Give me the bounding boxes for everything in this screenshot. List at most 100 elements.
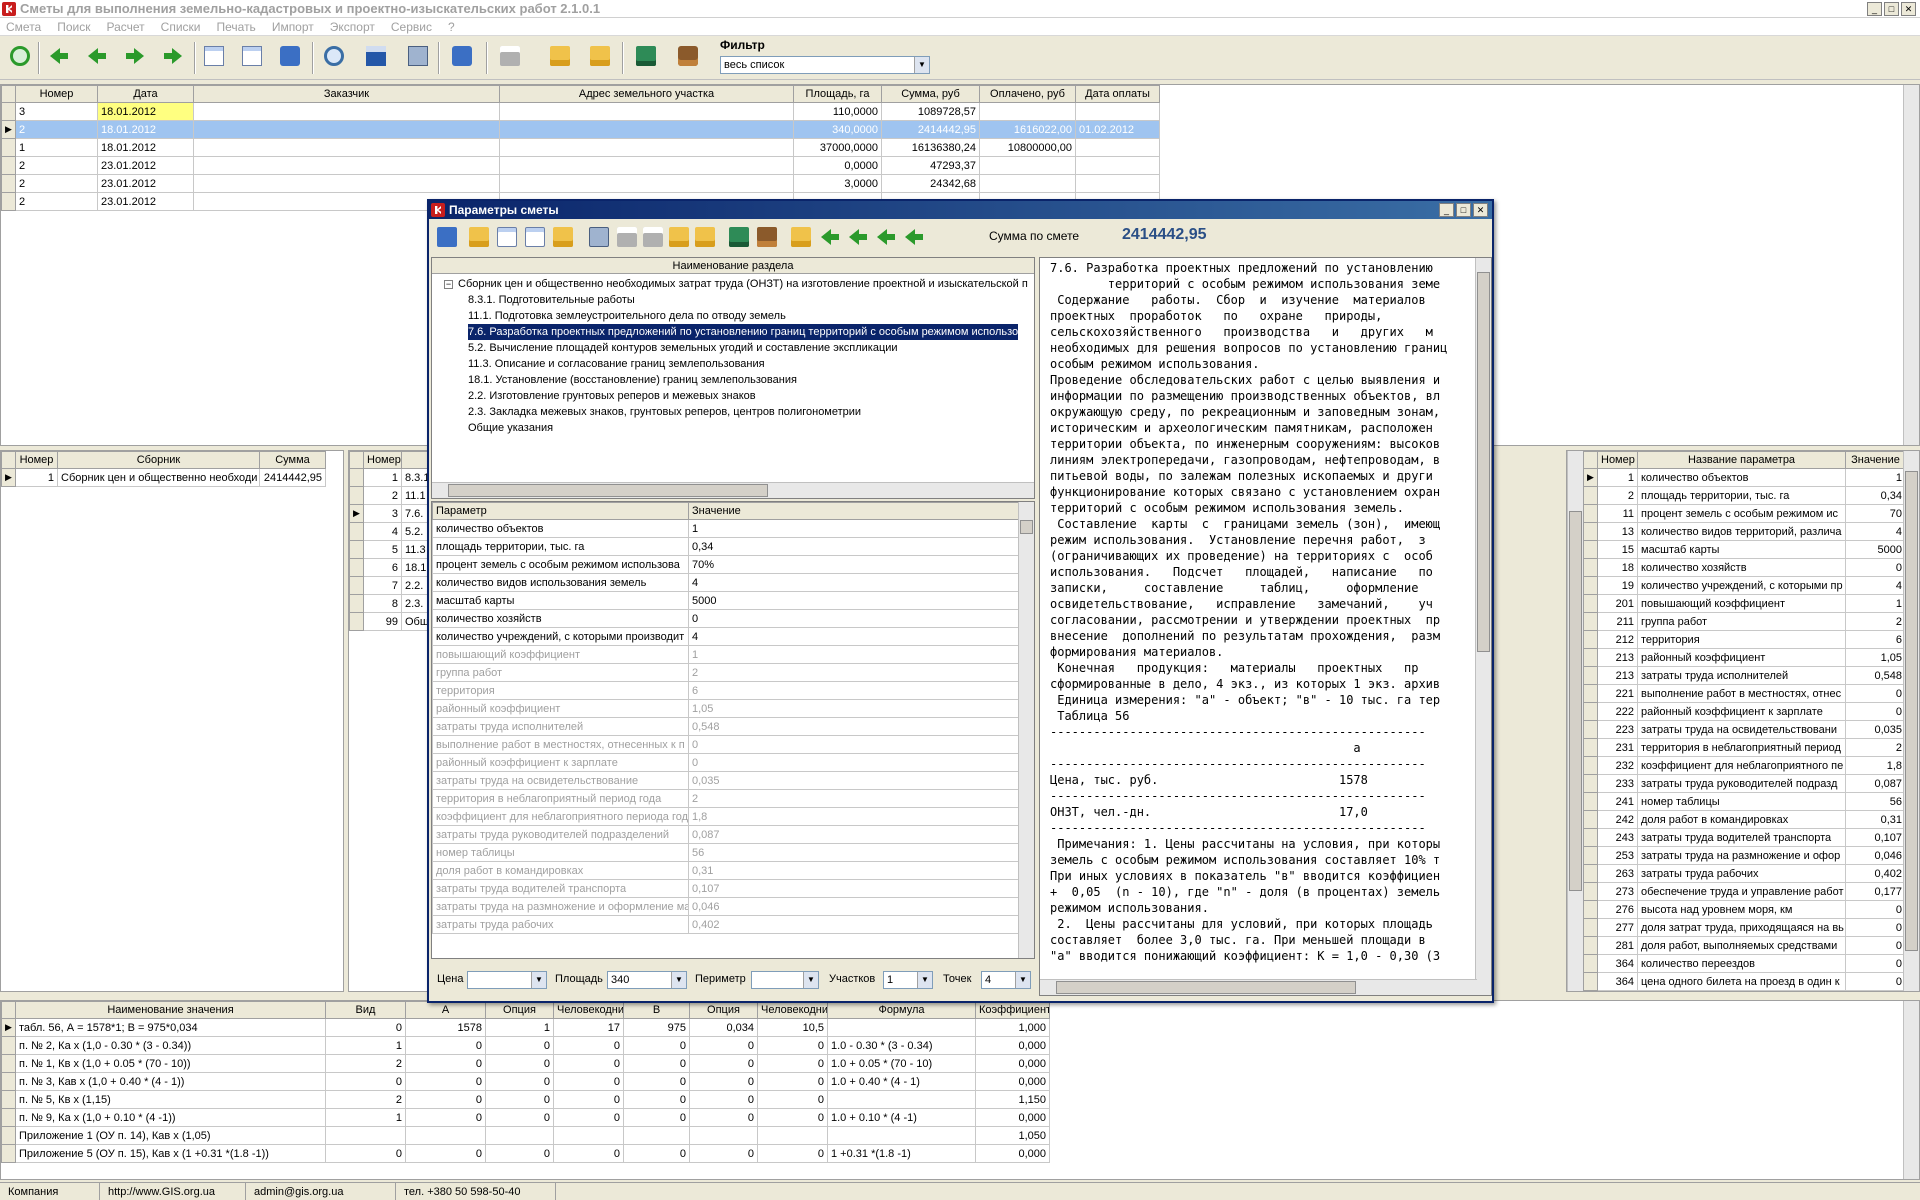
col-number[interactable]: Номер [15, 85, 98, 103]
col-date[interactable]: Дата [97, 85, 194, 103]
tree-item[interactable]: 11.3. Описание и согласование границ зем… [468, 356, 765, 372]
edit-section-icon[interactable] [553, 227, 573, 247]
folder-icon[interactable] [695, 227, 715, 247]
add-ae-icon[interactable] [877, 229, 895, 245]
chevron-down-icon[interactable]: ▼ [917, 972, 932, 988]
tree-collapse-icon[interactable]: − [444, 280, 453, 289]
table-row[interactable]: 213 районный коэффициент 1,05 [1583, 648, 1906, 667]
table-row[interactable]: п. № 1, Кв х (1,0 + 0.05 * (70 - 10)) 2 0 0… [1, 1054, 1050, 1073]
table-row[interactable]: 7 2.2. [349, 576, 427, 595]
param-row[interactable]: количество видов использования земель 4 [432, 573, 1019, 592]
param-row[interactable]: процент земель с особым режимом использо… [432, 555, 1019, 574]
tree-item[interactable]: Общие указания [468, 420, 553, 436]
table-row[interactable]: 233 затраты труда руководителей подразд 0,… [1583, 774, 1906, 793]
col-param[interactable]: Параметр [432, 502, 689, 520]
add-k-icon[interactable] [905, 229, 923, 245]
col-option-b[interactable]: Опция [689, 1001, 758, 1019]
minimize-button[interactable]: _ [1867, 2, 1882, 16]
menu-service[interactable]: Сервис [391, 18, 432, 35]
col-mandays-b[interactable]: Человекодни [757, 1001, 828, 1019]
table-row[interactable]: п. № 9, Ка х (1,0 + 0.10 * (4 -1)) 1 0 0 0 0 0… [1, 1108, 1050, 1127]
menu-print[interactable]: Печать [217, 18, 256, 35]
select-icon[interactable] [437, 227, 457, 247]
params-vscrollbar[interactable] [1018, 502, 1034, 958]
refresh-button[interactable] [6, 42, 34, 72]
add-collection-icon[interactable] [469, 227, 489, 247]
search-button[interactable] [320, 42, 348, 72]
table-row[interactable]: 11 процент земель с особым режимом ис 70 [1583, 504, 1906, 523]
delete-section-icon[interactable] [525, 227, 545, 247]
table-row[interactable]: 242 доля работ в командировках 0,31 [1583, 810, 1906, 829]
table-row[interactable]: 201 повышающий коэффициент 1 [1583, 594, 1906, 613]
col-sum[interactable]: Сумма, руб [881, 85, 980, 103]
edit-estimate-button[interactable] [238, 42, 266, 72]
table-row[interactable]: ▶ 1 количество объектов 1 [1583, 468, 1906, 487]
dialog-maximize-button[interactable]: □ [1456, 203, 1471, 217]
next-record-button[interactable] [122, 42, 150, 72]
chevron-down-icon[interactable]: ▼ [531, 972, 546, 988]
first-record-button[interactable] [44, 42, 72, 72]
table-row[interactable]: 231 территория в неблагоприятный период 2 [1583, 738, 1906, 757]
tree-root[interactable]: Сборник цен и общественно необходимых за… [458, 276, 1028, 292]
print-preview-icon[interactable] [617, 227, 637, 247]
table-row[interactable]: Приложение 1 (ОУ п. 14), Кав х (1,05) 1,0… [1, 1126, 1050, 1145]
col-address[interactable]: Адрес земельного участка [499, 85, 794, 103]
col-param-name[interactable]: Название параметра [1637, 451, 1846, 469]
tree-item-selected[interactable]: 7.6. Разработка проектных предложений по… [468, 324, 1019, 340]
open-folder-button[interactable] [546, 42, 574, 72]
menu-help[interactable]: ? [448, 18, 455, 35]
values-vscrollbar[interactable] [1903, 1001, 1919, 1179]
col-customer[interactable]: Заказчик [193, 85, 500, 103]
chevron-down-icon[interactable]: ▼ [671, 972, 686, 988]
table-row[interactable]: ▶ 3 7.6. [349, 504, 427, 523]
table-row[interactable]: 2 23.01.2012 0,0000 47293,37 [1, 156, 1160, 175]
table-row[interactable]: 2 площадь территории, тыс. га 0,34 [1583, 486, 1906, 505]
save-button[interactable] [362, 42, 390, 72]
table-row[interactable]: 241 номер таблицы 56 [1583, 792, 1906, 811]
add-section-icon[interactable] [497, 227, 517, 247]
window-button[interactable] [448, 42, 476, 72]
table-row[interactable]: п. № 2, Ка х (1,0 - 0.30 * (3 - 0.34)) 1 0… [1, 1036, 1050, 1055]
new-estimate-button[interactable] [200, 42, 228, 72]
filter-select[interactable]: весь список ▼ [720, 56, 930, 74]
table-row[interactable]: 2 11.1 [349, 486, 427, 505]
tree-item[interactable]: 2.3. Закладка межевых знаков, грунтовых … [468, 404, 861, 420]
table-row[interactable]: 243 затраты труда водителей транспорта 0,1… [1583, 828, 1906, 847]
menu-search[interactable]: Поиск [57, 18, 90, 35]
open-folder-icon[interactable] [669, 227, 689, 247]
col-a[interactable]: А [405, 1001, 486, 1019]
table-row[interactable]: 263 затраты труда рабочих 0,402 [1583, 864, 1906, 883]
status-email[interactable]: admin@gis.org.ua [246, 1183, 396, 1200]
book-button[interactable] [632, 42, 660, 72]
params-right-vscrollbar[interactable] [1903, 451, 1919, 991]
menu-smeta[interactable]: Смета [6, 18, 41, 35]
col-value[interactable]: Значение [1845, 451, 1906, 469]
tree-hscrollbar[interactable] [432, 482, 1034, 498]
plots-select[interactable]: 1 ▼ [883, 971, 933, 989]
menu-lists[interactable]: Списки [161, 18, 201, 35]
dialog-minimize-button[interactable]: _ [1439, 203, 1454, 217]
col-formula[interactable]: Формула [827, 1001, 976, 1019]
table-row[interactable]: 15 масштаб карты 5000 [1583, 540, 1906, 559]
col-coefficient[interactable]: Коэффициент [975, 1001, 1050, 1019]
dialog-close-button[interactable]: ✕ [1473, 203, 1488, 217]
export-icon[interactable] [791, 227, 811, 247]
table-row[interactable]: 221 выполнение работ в местностях, отнес 0 [1583, 684, 1906, 703]
col-value-name[interactable]: Наименование значения [15, 1001, 326, 1019]
calculator-icon[interactable] [589, 227, 609, 247]
maximize-button[interactable]: □ [1884, 2, 1899, 16]
table-row[interactable]: 19 количество учреждений, с которыми пр 4 [1583, 576, 1906, 595]
left-panel-scrollbar[interactable] [1567, 451, 1583, 991]
param-row[interactable]: количество учреждений, с которыми произв… [432, 627, 1019, 646]
tree-item[interactable]: 11.1. Подготовка землеустроительного дел… [468, 308, 786, 324]
add-ep-icon[interactable] [849, 229, 867, 245]
col-kind[interactable]: Вид [325, 1001, 406, 1019]
menu-import[interactable]: Импорт [272, 18, 314, 35]
col-mandays-a[interactable]: Человекодни [553, 1001, 624, 1019]
table-row[interactable]: 5 11.3 [349, 540, 427, 559]
tree-item[interactable]: 8.3.1. Подготовительные работы [468, 292, 635, 308]
col-collection[interactable]: Сборник [57, 451, 260, 469]
table-row[interactable]: 99 Общ [349, 612, 427, 631]
param-row[interactable]: количество объектов 1 [432, 519, 1019, 538]
add-pav-icon[interactable] [821, 229, 839, 245]
